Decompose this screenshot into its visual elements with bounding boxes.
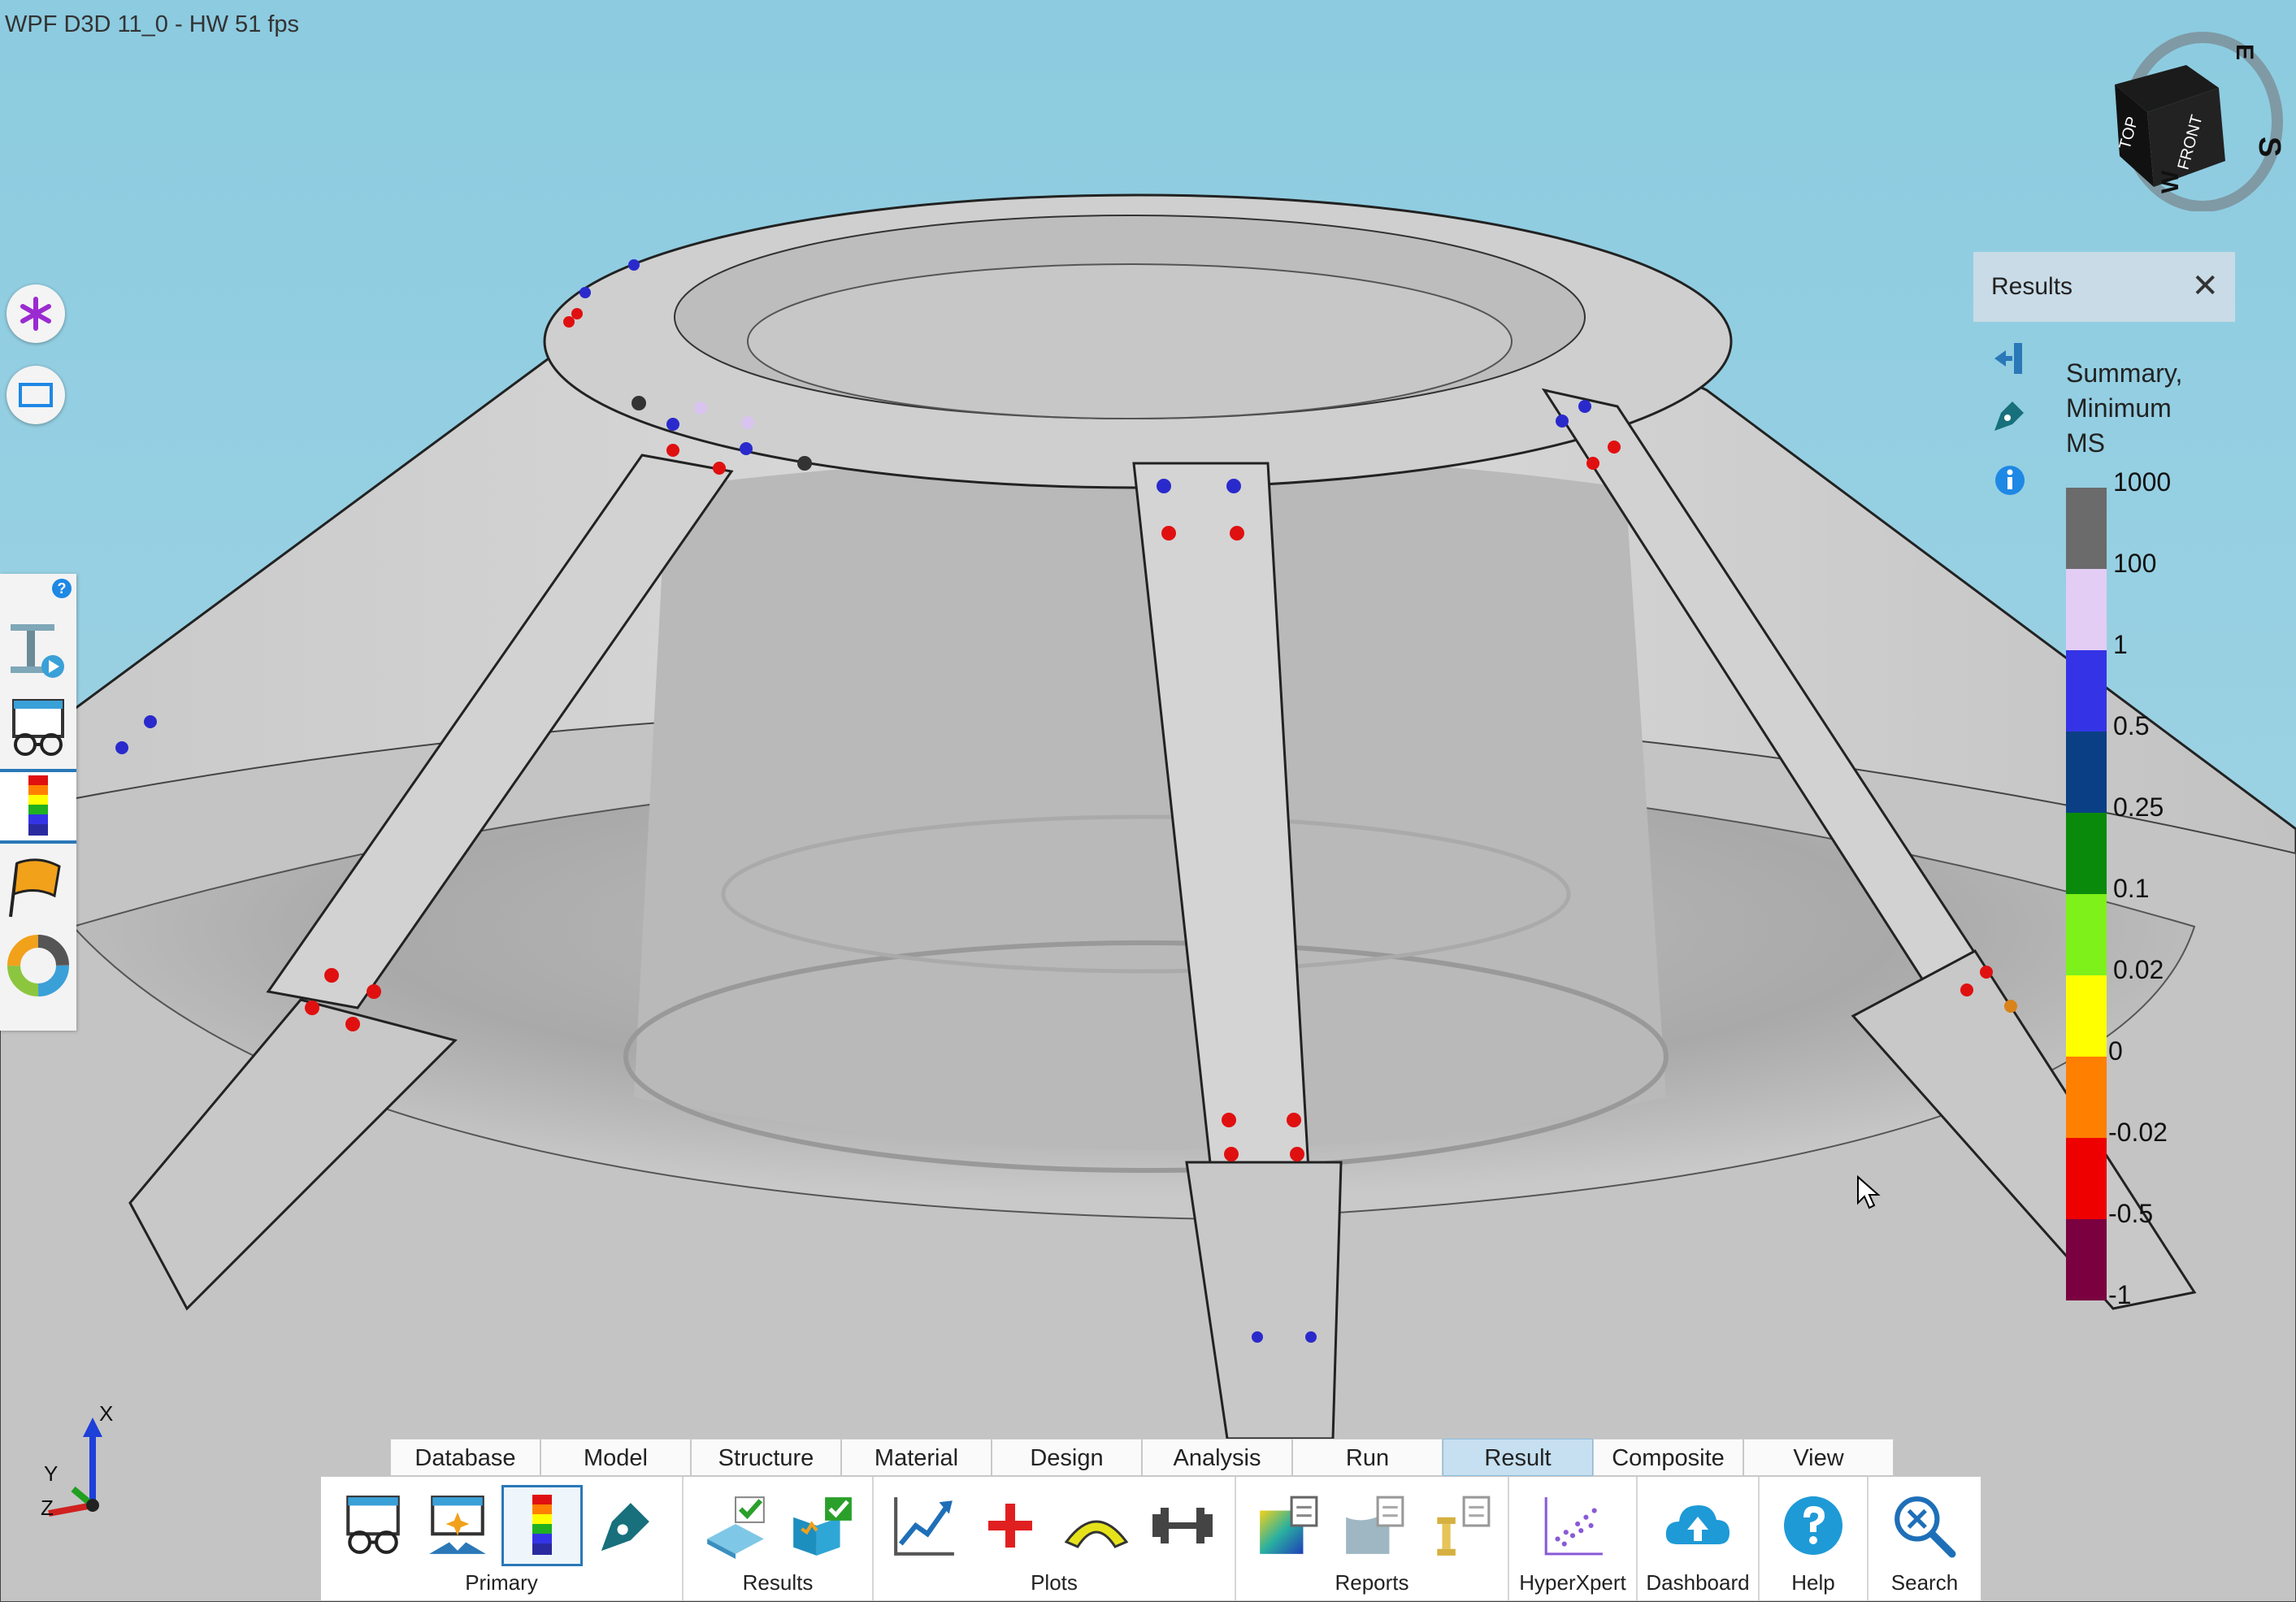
pen-icon[interactable] (1990, 395, 2030, 436)
axis-y-label: Y (44, 1461, 58, 1486)
tab-database[interactable]: Database (390, 1439, 540, 1476)
colorbar-label: 0.25 (2113, 792, 2164, 822)
tab-model[interactable]: Model (540, 1439, 691, 1476)
glasses-window-icon[interactable] (332, 1485, 414, 1566)
contour-legend-icon[interactable] (501, 1485, 583, 1566)
axis-x-label: X (99, 1401, 113, 1426)
colorbar-label: 0 (2108, 1036, 2123, 1066)
colorbar-label: 1000 (2113, 467, 2172, 497)
close-icon[interactable]: ✕ (2191, 267, 2219, 306)
dumbbell-icon[interactable] (1142, 1485, 1223, 1566)
colorbar-segment (2066, 650, 2107, 732)
color-wheel-icon[interactable] (0, 928, 76, 1003)
tab-result[interactable]: Result (1443, 1439, 1593, 1476)
tab-structure[interactable]: Structure (691, 1439, 841, 1476)
colorbar-segment (2066, 488, 2107, 569)
contour-colorbar (2066, 488, 2107, 1300)
group-help: Help (1760, 1477, 1868, 1600)
colorbar-segment (2066, 1138, 2107, 1219)
help-badge-icon[interactable]: ? (52, 579, 72, 598)
window-title: WPF D3D 11_0 - HW 51 fps (5, 11, 300, 37)
ribbon: Primary Results Plots Reports HyperXpert… (320, 1476, 1981, 1601)
colorbar-label: 100 (2113, 549, 2157, 578)
group-label-dashboard: Dashboard (1646, 1570, 1750, 1595)
colorbar-label: -0.02 (2108, 1118, 2168, 1147)
colorbar-label: -0.5 (2108, 1199, 2154, 1228)
glasses-window-icon[interactable] (0, 691, 76, 766)
tab-view[interactable]: View (1743, 1439, 1894, 1476)
info-icon[interactable] (1990, 460, 2030, 501)
group-hyperxpert: HyperXpert (1509, 1477, 1638, 1600)
mouse-cursor-icon (1857, 1175, 1881, 1209)
cloud-upload-icon[interactable] (1657, 1485, 1738, 1566)
group-label-search: Search (1890, 1570, 1959, 1595)
compass-south: S (2252, 137, 2286, 157)
arc-icon[interactable] (1056, 1485, 1137, 1566)
surface-report-icon[interactable] (1334, 1485, 1415, 1566)
asterisk-icon[interactable] (7, 284, 65, 343)
beam-play-icon[interactable] (0, 613, 76, 688)
contour-report-icon[interactable] (1248, 1485, 1329, 1566)
group-dashboard: Dashboard (1638, 1477, 1760, 1600)
axis-triad: X Y Z (41, 1401, 113, 1520)
group-primary: Primary (321, 1477, 684, 1600)
colorbar-label: 0.1 (2113, 874, 2150, 903)
flag-icon[interactable] (0, 850, 76, 925)
tab-composite[interactable]: Composite (1593, 1439, 1743, 1476)
group-results: Results (684, 1477, 874, 1600)
pen-icon[interactable] (586, 1485, 667, 1566)
view-cube[interactable]: TOP FRONT E S W (2097, 16, 2288, 211)
tab-run[interactable]: Run (1292, 1439, 1443, 1476)
search-icon[interactable] (1883, 1485, 1964, 1566)
group-label-help: Help (1791, 1570, 1835, 1595)
group-label-plots: Plots (1031, 1570, 1078, 1595)
compass-east: E (2231, 44, 2258, 60)
compass-west: W (2157, 170, 2184, 193)
colorbar-segment (2066, 1219, 2107, 1300)
colorbar-label: 1 (2113, 630, 2128, 659)
group-label-results: Results (742, 1570, 814, 1595)
group-label-hyperxpert: HyperXpert (1519, 1570, 1626, 1595)
window-sparkle-icon[interactable] (417, 1485, 498, 1566)
results-header: Results ✕ (1973, 252, 2235, 322)
contour-legend-icon[interactable] (0, 769, 76, 844)
ribbon-tabs: Database Model Structure Material Design… (390, 1439, 1894, 1476)
rectangle-select-icon[interactable] (7, 366, 65, 424)
group-label-reports: Reports (1335, 1570, 1409, 1595)
colorbar-segment (2066, 732, 2107, 813)
plus-icon[interactable] (970, 1485, 1051, 1566)
colorbar-label: 0.5 (2113, 711, 2150, 740)
colorbar-label: 0.02 (2113, 955, 2164, 984)
group-label-primary: Primary (465, 1570, 538, 1595)
colorbar-segment (2066, 1057, 2107, 1138)
colorbar-segment (2066, 569, 2107, 650)
results-panel: Results ✕ Summary, Minimum MS 1000 100 1… (1973, 252, 2235, 1309)
colorbar-segment (2066, 975, 2107, 1057)
line-chart-icon[interactable] (883, 1485, 965, 1566)
collapse-panel-icon[interactable] (1990, 338, 2030, 379)
results-title: Results (1991, 273, 2073, 300)
tab-material[interactable]: Material (841, 1439, 992, 1476)
summary-label: Summary, Minimum MS (2066, 358, 2183, 458)
group-search: Search (1868, 1477, 1981, 1600)
axis-z-label: Z (41, 1496, 54, 1520)
group-plots: Plots (874, 1477, 1236, 1600)
help-icon[interactable] (1773, 1485, 1854, 1566)
colorbar-segment (2066, 894, 2107, 975)
plate-check-icon[interactable] (695, 1485, 776, 1566)
colorbar-segment (2066, 813, 2107, 894)
scatter-plot-icon[interactable] (1532, 1485, 1613, 1566)
book-check-icon[interactable] (781, 1485, 862, 1566)
tab-design[interactable]: Design (992, 1439, 1142, 1476)
tab-analysis[interactable]: Analysis (1142, 1439, 1292, 1476)
column-report-icon[interactable] (1420, 1485, 1501, 1566)
left-tool-dock: ? (0, 574, 76, 1031)
colorbar-label: -1 (2108, 1280, 2132, 1309)
3d-viewport[interactable] (0, 0, 2296, 1602)
group-reports: Reports (1236, 1477, 1509, 1600)
